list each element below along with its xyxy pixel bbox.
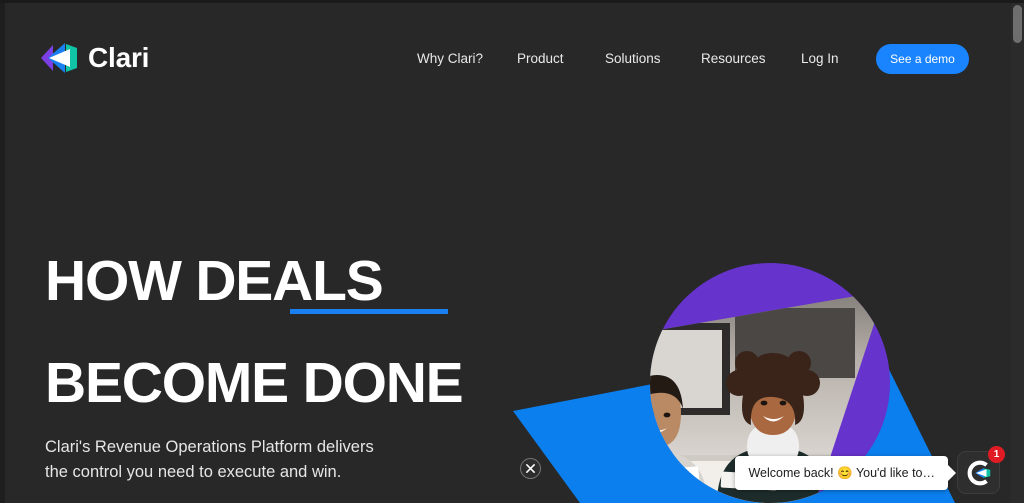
clari-arrow-logo-icon [41,43,77,73]
nav-item-product[interactable]: Product [517,50,564,68]
browser-left-edge [0,3,5,503]
vertical-scrollbar-thumb[interactable] [1013,5,1022,43]
chat-message-text: Welcome back! 😊 You'd like to… [748,465,935,480]
page-canvas: Clari Why Clari? Product Solutions Resou… [5,3,1011,503]
clari-chat-launcher-icon [967,460,990,485]
hero-headline-line-2: BECOME DONE [45,351,464,415]
headline-underline-accent [290,309,448,314]
hero-subheadline: Clari's Revenue Operations Platform deli… [45,438,374,481]
see-a-demo-button[interactable]: See a demo [876,44,969,74]
browser-viewport: Clari Why Clari? Product Solutions Resou… [0,0,1024,503]
chat-unread-badge: 1 [988,446,1005,463]
nav-item-why-clari[interactable]: Why Clari? [417,50,483,68]
chat-launcher-button[interactable]: 1 [957,446,1005,494]
brand-name: Clari [88,42,150,73]
hero-headline: HOW DEALS BECOME DONE [45,205,515,415]
close-icon [526,464,536,473]
browser-top-edge [0,0,1024,3]
hero-headline-line-1: HOW DEALS [45,249,384,313]
site-header: Clari Why Clari? Product Solutions Resou… [5,3,1011,115]
chat-widget: Welcome back! 😊 You'd like to… 1 [520,446,1005,494]
nav-item-resources[interactable]: Resources [701,50,766,68]
hero-section: HOW DEALS BECOME DONE Clari's Revenue Op… [45,205,515,503]
brand-logo-link[interactable]: Clari [39,41,149,75]
chat-message-bubble[interactable]: Welcome back! 😊 You'd like to… [735,455,948,490]
vertical-scrollbar-track[interactable] [1011,3,1024,503]
nav-item-log-in[interactable]: Log In [801,50,839,68]
nav-item-solutions[interactable]: Solutions [605,50,661,68]
